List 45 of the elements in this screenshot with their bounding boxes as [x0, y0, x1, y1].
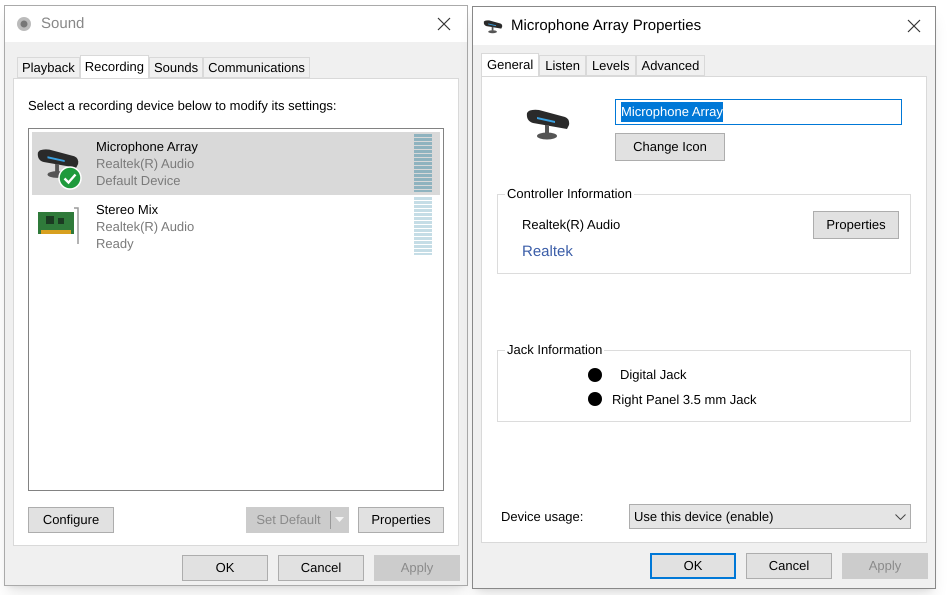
level-meter-icon: [414, 197, 432, 255]
dialog-button[interactable]: Cancel: [746, 553, 832, 579]
sound-card-icon: [36, 206, 80, 246]
tab[interactable]: Advanced: [636, 55, 706, 76]
tab[interactable]: Communications: [203, 57, 310, 78]
dialog-button[interactable]: OK: [182, 555, 268, 581]
chevron-down-icon: [895, 514, 906, 520]
speaker-icon: [15, 15, 33, 33]
device-row[interactable]: Stereo Mix Realtek(R) Audio Ready: [32, 194, 440, 258]
instruction-text: Select a recording device below to modify its settings:: [28, 97, 338, 115]
dialog-button[interactable]: Cancel: [278, 555, 364, 581]
controller-name: Realtek(R) Audio: [522, 216, 620, 234]
microphone-icon: [525, 107, 571, 141]
microphone-icon: [483, 18, 503, 34]
properties-button[interactable]: Properties: [813, 211, 899, 239]
jack-label: Digital Jack: [620, 366, 686, 384]
tab[interactable]: Levels: [586, 55, 636, 76]
device-usage-label: Device usage:: [500, 508, 584, 526]
window-title: Microphone Array Properties: [511, 16, 702, 36]
device-name: Stereo Mix: [96, 200, 160, 218]
device-driver: Realtek(R) Audio: [96, 154, 196, 172]
tab[interactable]: Recording: [80, 55, 150, 79]
name-field[interactable]: Microphone Array: [615, 99, 902, 125]
level-meter-icon: [414, 134, 432, 192]
device-driver: Realtek(R) Audio: [96, 218, 196, 234]
device-name: Microphone Array: [96, 138, 199, 154]
device-usage-dropdown[interactable]: Use this device (enable): [629, 504, 911, 529]
change-icon-button[interactable]: Change Icon: [615, 133, 725, 161]
dialog-button[interactable]: OK: [650, 553, 736, 579]
realtek-link[interactable]: Realtek: [522, 241, 573, 264]
name-text: Microphone Array: [621, 102, 723, 122]
tab[interactable]: Sounds: [149, 57, 204, 78]
configure-button[interactable]: Configure: [28, 506, 114, 532]
close-icon[interactable]: [437, 17, 451, 31]
jack-label: Right Panel 3.5 mm Jack: [612, 390, 757, 409]
window-title: Sound: [41, 14, 84, 34]
close-icon[interactable]: [907, 19, 921, 33]
caret-icon: [335, 517, 344, 522]
properties-button[interactable]: Properties: [358, 506, 444, 532]
tab[interactable]: General: [481, 53, 540, 77]
device-status: Ready: [96, 234, 135, 252]
device-status: Default Device: [96, 172, 182, 188]
tab[interactable]: Listen: [539, 55, 586, 76]
device-row[interactable]: Microphone Array Realtek(R) Audio Default Device: [32, 132, 440, 194]
tab[interactable]: Playback: [17, 57, 80, 78]
